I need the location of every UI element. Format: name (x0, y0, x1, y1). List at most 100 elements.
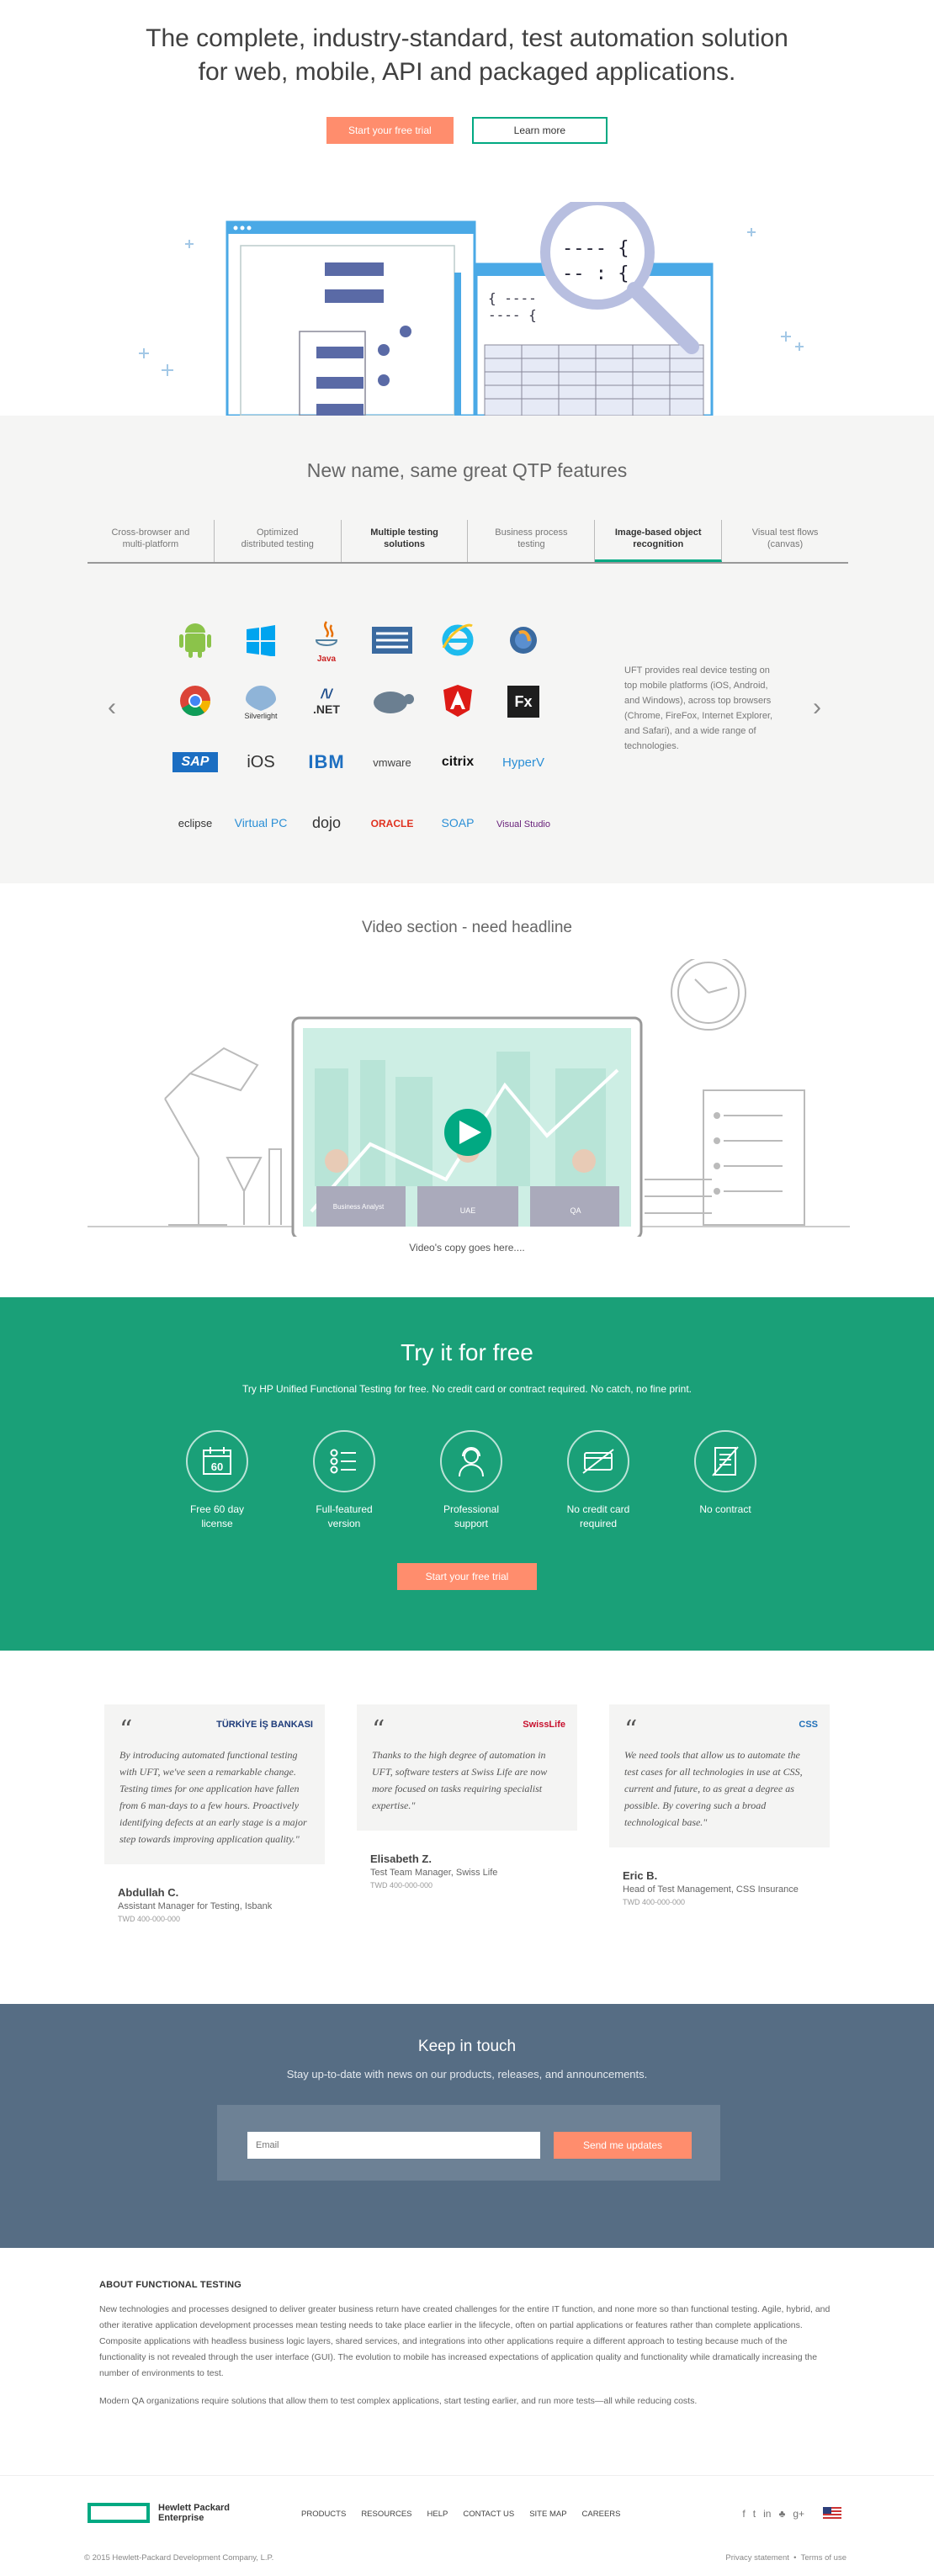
tab-label: Image-based object (614, 527, 702, 538)
testimonial-card: “ CSS We need tools that allow us to aut… (609, 1704, 830, 1906)
logo-label: IBM (308, 751, 345, 772)
author-phone: TWD 400-000-000 (370, 1881, 433, 1890)
linkedin-icon[interactable]: in (763, 2508, 771, 2520)
video-label-qa: QA (570, 1206, 581, 1215)
benefit-support: Professional support (422, 1430, 520, 1531)
features-description: UFT provides real device testing on top … (624, 665, 773, 751)
footer-link-contact[interactable]: CONTACT US (463, 2510, 514, 2519)
testimonial-quote: By introducing automated functional test… (119, 1749, 307, 1845)
calendar-number: 60 (211, 1460, 223, 1473)
benefit-label: version (327, 1518, 361, 1529)
keep-title: Keep in touch (417, 2038, 517, 2055)
prev-arrow-icon[interactable]: ‹ (108, 693, 116, 722)
benefit-label: No contract (699, 1503, 751, 1515)
logo-label: HyperV (501, 755, 545, 770)
author-name: Abdullah C. (118, 1886, 179, 1899)
ios-icon: iOS (231, 753, 291, 772)
hpe-logo[interactable]: Hewlett Packard Enterprise (88, 2503, 230, 2523)
testimonials-section: “ TÜRKİYE İŞ BANKASI By introducing auto… (0, 1651, 934, 2004)
community-icon[interactable]: ♣ (778, 2508, 785, 2520)
tab-label: multi-platform (122, 539, 179, 549)
footer-link-resources[interactable]: RESOURCES (361, 2510, 411, 2519)
tab-label: Optimized (256, 527, 299, 538)
calendar-icon: 60 (186, 1430, 248, 1492)
logo-label: .NET (313, 702, 340, 716)
keep-in-touch-section: Keep in touch Stay up-to-date with news … (0, 2004, 934, 2248)
soap-icon: SOAP (427, 816, 488, 830)
footer: Hewlett Packard Enterprise PRODUCTS RESOU… (0, 2475, 934, 2576)
start-trial-button-2[interactable]: Start your free trial (397, 1563, 537, 1590)
footer-nav: PRODUCTS RESOURCES HELP CONTACT US SITE … (301, 2510, 635, 2519)
company-logo: CSS (799, 1720, 818, 1730)
visualstudio-icon: Visual Studio (493, 817, 554, 830)
start-trial-button[interactable]: Start your free trial (326, 117, 454, 144)
technology-logos: Java Silverlight /\/.NET Fx SAP iOS IBM … (165, 611, 602, 853)
logo-label: citrix (441, 755, 475, 769)
tab-business-process[interactable]: Business process testing (468, 520, 596, 562)
tab-label: Visual test flows (751, 527, 819, 538)
tab-multiple-testing[interactable]: Multiple testing solutions (342, 520, 469, 562)
java-icon: Java (296, 618, 357, 664)
privacy-link[interactable]: Privacy statement (725, 2553, 789, 2563)
footer-link-careers[interactable]: CAREERS (582, 2510, 621, 2519)
logo-label: Java (316, 655, 337, 664)
tab-label: distributed testing (241, 539, 314, 549)
video-section: Video section - need headline Business A… (0, 883, 934, 1297)
tab-cross-browser[interactable]: Cross-browser and multi-platform (88, 520, 215, 562)
tab-image-recognition[interactable]: Image-based object recognition (595, 520, 723, 562)
keep-subtitle: Stay up-to-date with news on our product… (286, 2068, 648, 2080)
benefit-label: Full-featured (316, 1503, 373, 1515)
benefit-label: support (454, 1518, 489, 1529)
tab-label: testing (517, 539, 545, 549)
svg-text:---- {: ---- { (562, 238, 629, 259)
footer-link-help[interactable]: HELP (427, 2510, 448, 2519)
testimonial-card: “ TÜRKİYE İŞ BANKASI By introducing auto… (104, 1704, 325, 1923)
testimonial-quote: We need tools that allow us to automate … (624, 1749, 803, 1828)
try-title: Try it for free (401, 1339, 533, 1365)
us-flag-icon[interactable] (823, 2507, 841, 2520)
video-play-button[interactable] (443, 1100, 493, 1151)
benefit-license: 60 Free 60 day license (168, 1430, 266, 1531)
footer-link-sitemap[interactable]: SITE MAP (529, 2510, 566, 2519)
tab-label: recognition (633, 539, 684, 549)
logo-label: iOS (247, 752, 275, 771)
logo-label: dojo (311, 814, 342, 831)
benefit-no-contract: No contract (677, 1430, 774, 1531)
footer-link-products[interactable]: PRODUCTS (301, 2510, 346, 2519)
logo-label: SAP (172, 752, 218, 772)
zend-icon (362, 623, 422, 660)
logo-label: Virtual PC (234, 816, 288, 830)
silverlight-icon: Silverlight (231, 684, 291, 720)
tab-distributed-testing[interactable]: Optimized distributed testing (215, 520, 342, 562)
testimonial-quote: Thanks to the high degree of automation … (372, 1749, 548, 1811)
video-label-uae: UAE (459, 1206, 476, 1215)
next-arrow-icon[interactable]: › (813, 693, 821, 722)
learn-more-button[interactable]: Learn more (471, 117, 608, 144)
company-logo: TÜRKİYE İŞ BANKASI (216, 1720, 313, 1730)
try-free-section: Try it for free Try HP Unified Functiona… (0, 1297, 934, 1651)
tab-label: Multiple testing (370, 527, 438, 538)
googleplus-icon[interactable]: g+ (793, 2508, 804, 2520)
tab-label: Cross-browser and (111, 527, 190, 538)
facebook-icon[interactable]: f (742, 2508, 745, 2520)
terms-link[interactable]: Terms of use (801, 2553, 846, 2563)
tab-visual-flows[interactable]: Visual test flows (canvas) (722, 520, 848, 562)
flex-icon: Fx (493, 686, 554, 718)
svg-text:---- {: ---- { (488, 307, 537, 323)
email-field[interactable] (247, 2132, 540, 2159)
benefit-no-credit-card: No credit card required (549, 1430, 647, 1531)
logo-label: ORACLE (370, 817, 414, 830)
hero-title-line2: for web, mobile, API and packaged applic… (198, 58, 736, 86)
support-agent-icon (440, 1430, 502, 1492)
about-heading: ABOUT FUNCTIONAL TESTING (99, 2280, 241, 2290)
hyperv-icon: HyperV (493, 755, 554, 770)
oracle-icon: ORACLE (362, 817, 422, 830)
twitter-icon[interactable]: t (753, 2508, 756, 2520)
send-updates-button[interactable]: Send me updates (554, 2132, 692, 2159)
video-illustration (88, 959, 850, 1237)
firefox-like-icon (493, 624, 554, 659)
about-section: ABOUT FUNCTIONAL TESTING New technologie… (0, 2248, 934, 2475)
logo-label: Visual Studio (496, 819, 550, 830)
no-contract-icon (694, 1430, 756, 1492)
citrix-icon: citrix (427, 755, 488, 770)
